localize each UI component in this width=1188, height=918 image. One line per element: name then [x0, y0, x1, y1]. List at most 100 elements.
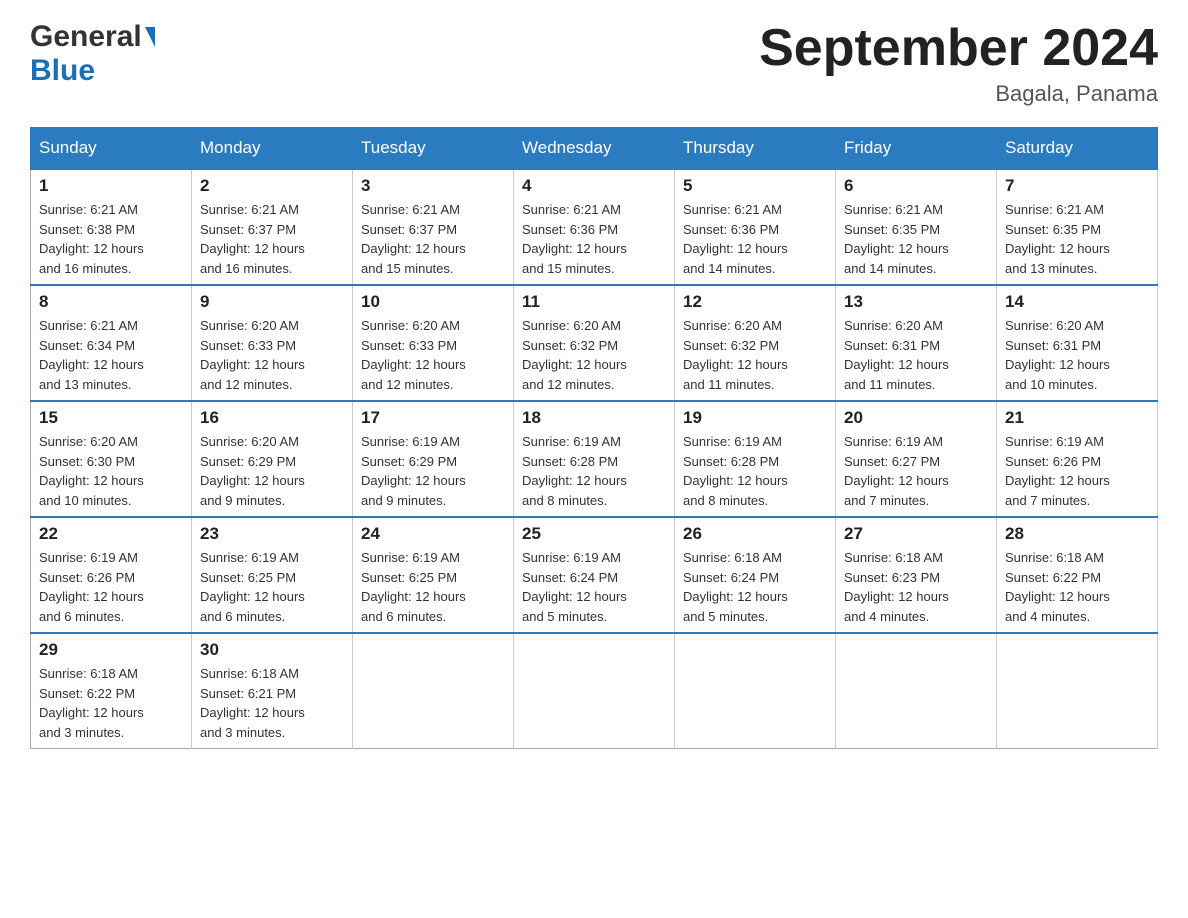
- day-number: 3: [361, 176, 505, 196]
- calendar-cell: 4 Sunrise: 6:21 AM Sunset: 6:36 PM Dayli…: [514, 169, 675, 285]
- day-number: 6: [844, 176, 988, 196]
- day-number: 9: [200, 292, 344, 312]
- day-number: 11: [522, 292, 666, 312]
- calendar-cell: 13 Sunrise: 6:20 AM Sunset: 6:31 PM Dayl…: [836, 285, 997, 401]
- calendar-cell: 8 Sunrise: 6:21 AM Sunset: 6:34 PM Dayli…: [31, 285, 192, 401]
- day-number: 17: [361, 408, 505, 428]
- day-info: Sunrise: 6:21 AM Sunset: 6:35 PM Dayligh…: [844, 200, 988, 278]
- day-info: Sunrise: 6:20 AM Sunset: 6:31 PM Dayligh…: [1005, 316, 1149, 394]
- day-info: Sunrise: 6:19 AM Sunset: 6:26 PM Dayligh…: [1005, 432, 1149, 510]
- day-info: Sunrise: 6:20 AM Sunset: 6:32 PM Dayligh…: [522, 316, 666, 394]
- day-number: 10: [361, 292, 505, 312]
- day-number: 21: [1005, 408, 1149, 428]
- day-info: Sunrise: 6:20 AM Sunset: 6:30 PM Dayligh…: [39, 432, 183, 510]
- calendar-cell: 27 Sunrise: 6:18 AM Sunset: 6:23 PM Dayl…: [836, 517, 997, 633]
- day-info: Sunrise: 6:18 AM Sunset: 6:22 PM Dayligh…: [1005, 548, 1149, 626]
- day-number: 8: [39, 292, 183, 312]
- weekday-header-row: Sunday Monday Tuesday Wednesday Thursday…: [31, 128, 1158, 170]
- page-header: General Blue September 2024 Bagala, Pana…: [30, 20, 1158, 107]
- day-info: Sunrise: 6:21 AM Sunset: 6:37 PM Dayligh…: [361, 200, 505, 278]
- day-info: Sunrise: 6:21 AM Sunset: 6:38 PM Dayligh…: [39, 200, 183, 278]
- calendar-cell: 23 Sunrise: 6:19 AM Sunset: 6:25 PM Dayl…: [192, 517, 353, 633]
- logo-blue-text: Blue: [30, 54, 95, 87]
- header-wednesday: Wednesday: [514, 128, 675, 170]
- day-info: Sunrise: 6:19 AM Sunset: 6:28 PM Dayligh…: [522, 432, 666, 510]
- day-info: Sunrise: 6:19 AM Sunset: 6:25 PM Dayligh…: [200, 548, 344, 626]
- header-thursday: Thursday: [675, 128, 836, 170]
- day-number: 13: [844, 292, 988, 312]
- day-number: 22: [39, 524, 183, 544]
- calendar-cell: [836, 633, 997, 749]
- day-number: 30: [200, 640, 344, 660]
- day-number: 24: [361, 524, 505, 544]
- day-number: 23: [200, 524, 344, 544]
- calendar-cell: 10 Sunrise: 6:20 AM Sunset: 6:33 PM Dayl…: [353, 285, 514, 401]
- calendar-cell: 6 Sunrise: 6:21 AM Sunset: 6:35 PM Dayli…: [836, 169, 997, 285]
- calendar-cell: 9 Sunrise: 6:20 AM Sunset: 6:33 PM Dayli…: [192, 285, 353, 401]
- day-info: Sunrise: 6:19 AM Sunset: 6:25 PM Dayligh…: [361, 548, 505, 626]
- day-info: Sunrise: 6:21 AM Sunset: 6:36 PM Dayligh…: [522, 200, 666, 278]
- calendar-cell: 25 Sunrise: 6:19 AM Sunset: 6:24 PM Dayl…: [514, 517, 675, 633]
- day-info: Sunrise: 6:21 AM Sunset: 6:37 PM Dayligh…: [200, 200, 344, 278]
- calendar-cell: 26 Sunrise: 6:18 AM Sunset: 6:24 PM Dayl…: [675, 517, 836, 633]
- day-number: 27: [844, 524, 988, 544]
- day-info: Sunrise: 6:18 AM Sunset: 6:21 PM Dayligh…: [200, 664, 344, 742]
- day-number: 16: [200, 408, 344, 428]
- calendar-cell: 18 Sunrise: 6:19 AM Sunset: 6:28 PM Dayl…: [514, 401, 675, 517]
- calendar-cell: 16 Sunrise: 6:20 AM Sunset: 6:29 PM Dayl…: [192, 401, 353, 517]
- day-info: Sunrise: 6:20 AM Sunset: 6:32 PM Dayligh…: [683, 316, 827, 394]
- logo-triangle-icon: [145, 27, 155, 47]
- calendar-cell: 11 Sunrise: 6:20 AM Sunset: 6:32 PM Dayl…: [514, 285, 675, 401]
- day-info: Sunrise: 6:18 AM Sunset: 6:24 PM Dayligh…: [683, 548, 827, 626]
- calendar-cell: 5 Sunrise: 6:21 AM Sunset: 6:36 PM Dayli…: [675, 169, 836, 285]
- day-info: Sunrise: 6:19 AM Sunset: 6:27 PM Dayligh…: [844, 432, 988, 510]
- calendar-cell: 21 Sunrise: 6:19 AM Sunset: 6:26 PM Dayl…: [997, 401, 1158, 517]
- day-number: 14: [1005, 292, 1149, 312]
- calendar-cell: 15 Sunrise: 6:20 AM Sunset: 6:30 PM Dayl…: [31, 401, 192, 517]
- day-info: Sunrise: 6:21 AM Sunset: 6:35 PM Dayligh…: [1005, 200, 1149, 278]
- week-row-5: 29 Sunrise: 6:18 AM Sunset: 6:22 PM Dayl…: [31, 633, 1158, 749]
- calendar-cell: 24 Sunrise: 6:19 AM Sunset: 6:25 PM Dayl…: [353, 517, 514, 633]
- day-info: Sunrise: 6:20 AM Sunset: 6:33 PM Dayligh…: [361, 316, 505, 394]
- header-saturday: Saturday: [997, 128, 1158, 170]
- day-number: 28: [1005, 524, 1149, 544]
- day-number: 18: [522, 408, 666, 428]
- calendar-cell: 22 Sunrise: 6:19 AM Sunset: 6:26 PM Dayl…: [31, 517, 192, 633]
- title-section: September 2024 Bagala, Panama: [759, 20, 1158, 107]
- day-info: Sunrise: 6:18 AM Sunset: 6:22 PM Dayligh…: [39, 664, 183, 742]
- header-friday: Friday: [836, 128, 997, 170]
- day-info: Sunrise: 6:19 AM Sunset: 6:24 PM Dayligh…: [522, 548, 666, 626]
- calendar-cell: 1 Sunrise: 6:21 AM Sunset: 6:38 PM Dayli…: [31, 169, 192, 285]
- week-row-1: 1 Sunrise: 6:21 AM Sunset: 6:38 PM Dayli…: [31, 169, 1158, 285]
- calendar-cell: 30 Sunrise: 6:18 AM Sunset: 6:21 PM Dayl…: [192, 633, 353, 749]
- day-info: Sunrise: 6:20 AM Sunset: 6:31 PM Dayligh…: [844, 316, 988, 394]
- day-info: Sunrise: 6:18 AM Sunset: 6:23 PM Dayligh…: [844, 548, 988, 626]
- day-number: 29: [39, 640, 183, 660]
- calendar-cell: [353, 633, 514, 749]
- location: Bagala, Panama: [759, 81, 1158, 107]
- day-number: 5: [683, 176, 827, 196]
- week-row-4: 22 Sunrise: 6:19 AM Sunset: 6:26 PM Dayl…: [31, 517, 1158, 633]
- day-info: Sunrise: 6:20 AM Sunset: 6:33 PM Dayligh…: [200, 316, 344, 394]
- logo-general-text: General: [30, 20, 142, 54]
- day-number: 25: [522, 524, 666, 544]
- calendar-cell: 29 Sunrise: 6:18 AM Sunset: 6:22 PM Dayl…: [31, 633, 192, 749]
- calendar-table: Sunday Monday Tuesday Wednesday Thursday…: [30, 127, 1158, 749]
- calendar-cell: 14 Sunrise: 6:20 AM Sunset: 6:31 PM Dayl…: [997, 285, 1158, 401]
- calendar-cell: [997, 633, 1158, 749]
- day-number: 7: [1005, 176, 1149, 196]
- calendar-cell: 17 Sunrise: 6:19 AM Sunset: 6:29 PM Dayl…: [353, 401, 514, 517]
- day-number: 4: [522, 176, 666, 196]
- day-number: 26: [683, 524, 827, 544]
- day-info: Sunrise: 6:19 AM Sunset: 6:28 PM Dayligh…: [683, 432, 827, 510]
- day-info: Sunrise: 6:19 AM Sunset: 6:29 PM Dayligh…: [361, 432, 505, 510]
- day-number: 19: [683, 408, 827, 428]
- day-number: 1: [39, 176, 183, 196]
- calendar-cell: 2 Sunrise: 6:21 AM Sunset: 6:37 PM Dayli…: [192, 169, 353, 285]
- day-info: Sunrise: 6:20 AM Sunset: 6:29 PM Dayligh…: [200, 432, 344, 510]
- day-number: 2: [200, 176, 344, 196]
- calendar-cell: 3 Sunrise: 6:21 AM Sunset: 6:37 PM Dayli…: [353, 169, 514, 285]
- week-row-3: 15 Sunrise: 6:20 AM Sunset: 6:30 PM Dayl…: [31, 401, 1158, 517]
- header-tuesday: Tuesday: [353, 128, 514, 170]
- day-info: Sunrise: 6:21 AM Sunset: 6:34 PM Dayligh…: [39, 316, 183, 394]
